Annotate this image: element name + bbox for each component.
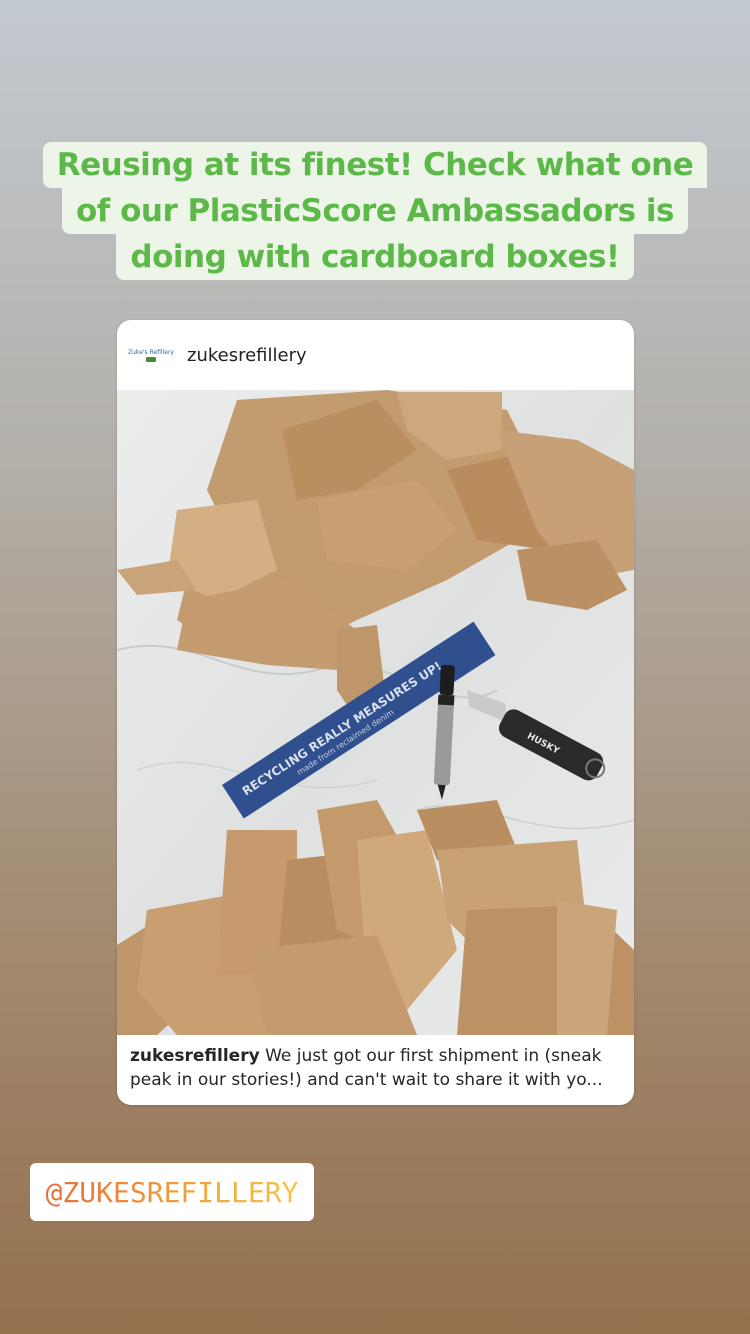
headline-line-1: Reusing at its finest! Check what one xyxy=(42,142,708,188)
post-caption: zukesrefillery We just got our first shi… xyxy=(130,1044,625,1092)
post-photo[interactable]: RECYCLING REALLY MEASURES UP! made from … xyxy=(117,390,634,1035)
post-header: Zuke's Refillery zukesrefillery xyxy=(117,320,634,390)
caption-username[interactable]: zukesrefillery xyxy=(130,1046,260,1066)
headline-line-3: doing with cardboard boxes! xyxy=(116,234,634,280)
mention-sticker[interactable]: @ZUKESREFILLERY xyxy=(30,1163,314,1221)
shared-post-card[interactable]: Zuke's Refillery zukesrefillery RECYCLIN… xyxy=(117,320,634,1105)
avatar-logo-text: Zuke's Refillery xyxy=(128,348,174,356)
mention-text: @ZUKESREFILLERY xyxy=(45,1175,299,1209)
story-headline: Reusing at its finest! Check what one of… xyxy=(0,142,750,280)
avatar[interactable]: Zuke's Refillery xyxy=(128,341,174,369)
cardboard-photo-illustration: RECYCLING REALLY MEASURES UP! made from … xyxy=(117,390,634,1035)
cart-icon xyxy=(146,356,156,362)
post-username[interactable]: zukesrefillery xyxy=(187,345,307,366)
headline-line-2: of our PlasticScore Ambassadors is xyxy=(62,188,688,234)
